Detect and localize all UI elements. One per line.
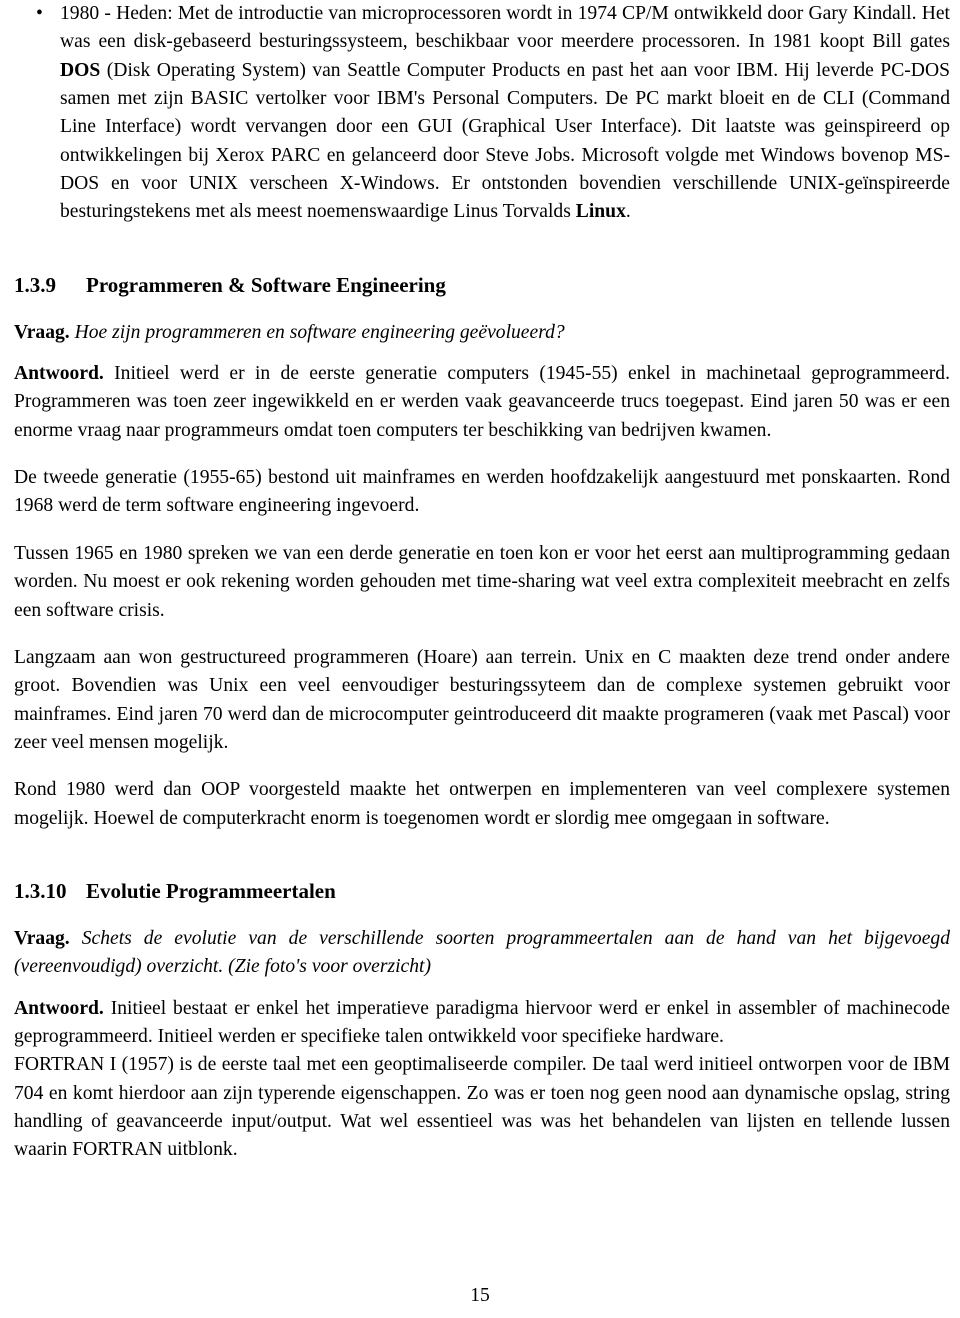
page-number: 15 xyxy=(470,1285,490,1306)
answer-paragraph-1-3-9: Antwoord. Initieel werd er in de eerste … xyxy=(14,360,950,445)
section-number: 1.3.9 xyxy=(14,272,56,297)
body-paragraph-second-generation: De tweede generatie (1955-65) bestond ui… xyxy=(14,467,950,517)
bullet-text-part-3: . xyxy=(625,201,631,223)
body-paragraph-structured-programming: Langzaam aan won gestructureed programme… xyxy=(14,646,950,753)
bullet-bold-linux: Linux xyxy=(575,201,626,223)
section-heading-1-3-9: 1.3.9 Programmeren & Software Engineerin… xyxy=(14,271,950,299)
answer-label: Antwoord. xyxy=(14,997,104,1019)
bullet-bold-dos: DOS xyxy=(60,59,101,81)
question-paragraph-1-3-9: Vraag. Hoe zijn programmeren en software… xyxy=(14,319,950,347)
body-paragraph-oop: Rond 1980 werd dan OOP voorgesteld maakt… xyxy=(14,779,950,829)
page-content: • 1980 - Heden: Met de introductie van m… xyxy=(14,0,950,1165)
bullet-text-part-2: (Disk Operating System) van Seattle Comp… xyxy=(60,59,950,223)
list-item: • 1980 - Heden: Met de introductie van m… xyxy=(14,0,950,227)
answer-text: Initieel bestaat er enkel het imperatiev… xyxy=(14,997,950,1047)
section-number: 1.3.10 xyxy=(14,878,67,903)
section-title: Programmeren & Software Engineering xyxy=(86,272,446,297)
question-label: Vraag. xyxy=(14,927,70,949)
answer-text: Initieel werd er in de eerste generatie … xyxy=(14,363,950,441)
body-paragraph-third-generation: Tussen 1965 en 1980 spreken we van een d… xyxy=(14,542,950,621)
question-label: Vraag. xyxy=(14,321,70,343)
history-bullet-list: • 1980 - Heden: Met de introductie van m… xyxy=(14,0,950,227)
bullet-item-paragraph: 1980 - Heden: Met de introductie van mic… xyxy=(60,0,950,227)
question-paragraph-1-3-10: Vraag. Schets de evolutie van de verschi… xyxy=(14,925,950,982)
answer-paragraph-1-3-10: Antwoord. Initieel bestaat er enkel het … xyxy=(14,995,950,1052)
document-page: • 1980 - Heden: Met de introductie van m… xyxy=(0,0,960,1318)
question-text: Schets de evolutie van de verschillende … xyxy=(14,927,951,978)
section-heading-1-3-10: 1.3.10 Evolutie Programmeertalen xyxy=(14,877,950,905)
answer-label: Antwoord. xyxy=(14,363,104,385)
bullet-point-icon: • xyxy=(36,3,43,24)
bullet-text-part-1: 1980 - Heden: Met de introductie van mic… xyxy=(60,3,950,53)
section-title: Evolutie Programmeertalen xyxy=(86,878,336,903)
question-text: Hoe zijn programmeren en software engine… xyxy=(74,321,565,343)
body-paragraph-fortran: FORTRAN I (1957) is de eerste taal met e… xyxy=(14,1054,950,1161)
